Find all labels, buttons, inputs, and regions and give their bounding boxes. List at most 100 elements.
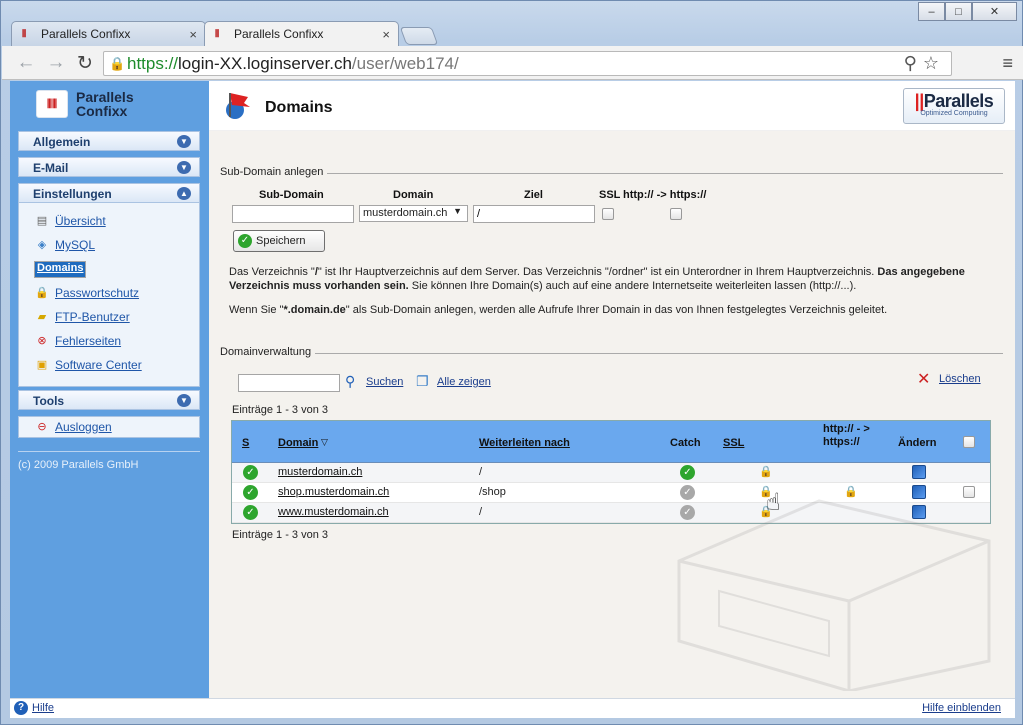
sidebar-item-fehlerseiten[interactable]: ⊗ Fehlerseiten <box>19 329 199 353</box>
forward-icon[interactable]: → <box>46 52 66 74</box>
copyright: (c) 2009 Parallels GmbH <box>18 459 139 471</box>
subdomain-input[interactable] <box>232 205 354 223</box>
domain-select[interactable]: musterdomain.ch ▼ <box>359 205 468 222</box>
show-all-link[interactable]: Alle zeigen <box>437 376 491 388</box>
chevron-down-icon: ▼ <box>177 161 191 174</box>
chevron-down-icon: ▼ <box>177 135 191 148</box>
sidebar-item-software-center[interactable]: ▣ Software Center <box>19 353 199 377</box>
col-label-domain: Domain <box>393 189 434 201</box>
browser-tab-1[interactable]: ⫴ Parallels Confixx × <box>11 21 206 46</box>
check-icon: ✓ <box>238 234 252 248</box>
search-icon[interactable]: ⚲ <box>345 373 355 390</box>
col-weiterleiten[interactable]: Weiterleiten nach <box>479 437 570 449</box>
logout-icon: ⊖ <box>37 421 47 433</box>
browser-toolbar: ← → ↻ 🔒 https:// login-XX.loginserver.ch… <box>2 46 1023 80</box>
bookmark-star-icon[interactable]: ⚲☆ <box>904 53 945 74</box>
redirect-target: /shop <box>479 486 506 498</box>
info-text: Das Verzeichnis " <box>229 266 315 278</box>
new-tab-button[interactable] <box>399 27 439 45</box>
address-bar[interactable]: 🔒 https:// login-XX.loginserver.ch /user… <box>103 51 952 76</box>
back-icon[interactable]: ← <box>16 52 36 74</box>
redirect-checkbox[interactable] <box>670 208 682 220</box>
status-ok-icon: ✓ <box>243 485 258 500</box>
sidebar-divider <box>18 451 200 452</box>
ssl-lock-icon[interactable]: 🔒 <box>759 465 773 478</box>
domain-link[interactable]: www.musterdomain.ch <box>278 506 389 518</box>
ssl-checkbox[interactable] <box>602 208 614 220</box>
sidebar-item-passwortschutz[interactable]: 🔒 Passwortschutz <box>19 281 199 305</box>
error-page-icon: ⊗ <box>37 335 47 347</box>
col-s[interactable]: S <box>242 437 249 449</box>
ziel-input[interactable] <box>473 205 595 223</box>
einstellungen-menu: ▤ Übersicht ◈ MySQL ⚑Domains 🔒 Passwortschu… <box>18 203 200 387</box>
section-label: E-Mail <box>33 161 69 175</box>
maximize-button[interactable]: □ <box>945 2 972 21</box>
help-item[interactable]: ? Hilfe <box>14 701 54 715</box>
col-domain[interactable]: Domain <box>278 437 318 449</box>
info-text: " ist Ihr Hauptverzeichnis auf dem Serve… <box>317 266 878 278</box>
sidebar-item-label[interactable]: Software Center <box>55 358 142 372</box>
domain-select-value: musterdomain.ch <box>363 207 448 219</box>
url-path: /user/web174/ <box>351 53 459 73</box>
info-text: *.domain.de <box>283 304 346 316</box>
page-title: Domains <box>265 99 333 116</box>
sidebar-item-label[interactable]: Fehlerseiten <box>55 334 121 348</box>
overview-icon: ▤ <box>36 215 48 227</box>
sidebar-item-domains[interactable]: ⚑Domains <box>19 257 199 281</box>
minimize-button[interactable]: – <box>918 2 945 21</box>
save-button[interactable]: ✓ Speichern <box>233 230 325 252</box>
sidebar-item-label[interactable]: Übersicht <box>55 214 106 228</box>
section-allgemein[interactable]: Allgemein ▼ <box>18 131 200 151</box>
show-all-icon[interactable]: ❐ <box>416 373 429 390</box>
search-input[interactable] <box>238 374 340 392</box>
browser-tab-2[interactable]: ⫴ Parallels Confixx × <box>204 21 399 46</box>
sidebar-item-label[interactable]: MySQL <box>55 238 95 252</box>
close-window-button[interactable]: ✕ <box>972 2 1017 21</box>
sidebar-item-mysql[interactable]: ◈ MySQL <box>19 233 199 257</box>
hand-cursor-icon: ☝ <box>766 489 781 516</box>
sidebar-item-ftp[interactable]: ▰ FTP-Benutzer <box>19 305 199 329</box>
logout-item[interactable]: ⊖ Ausloggen <box>19 417 199 437</box>
subdomain-fieldset: Sub-Domain anlegen <box>220 166 1003 178</box>
save-label: Speichern <box>256 235 306 247</box>
col-catch: Catch <box>670 437 701 449</box>
help-icon: ? <box>14 701 28 715</box>
tab-close-icon[interactable]: × <box>382 27 390 42</box>
domainverwaltung-fieldset: Domainverwaltung <box>220 346 1003 358</box>
url-host: login-XX.loginserver.ch <box>178 53 352 73</box>
domain-link[interactable]: musterdomain.ch <box>278 466 362 478</box>
parallels-logo-icon: ⫴⫴ <box>36 90 68 118</box>
chevron-down-icon: ▼ <box>453 206 462 216</box>
catch-on-icon[interactable]: ✓ <box>680 465 695 480</box>
window-controls: – □ ✕ <box>918 2 1017 21</box>
search-link[interactable]: Suchen <box>366 376 403 388</box>
secure-lock-icon: 🔒 <box>109 55 126 71</box>
status-ok-icon: ✓ <box>243 505 258 520</box>
menu-icon[interactable]: ≡ <box>1002 53 1013 74</box>
sidebar: ⫴⫴ Parallels Confixx Allgemein ▼ E-Mail ▼ E… <box>10 81 209 718</box>
sidebar-item-label[interactable]: Passwortschutz <box>55 286 139 300</box>
section-einstellungen[interactable]: Einstellungen ▲ <box>18 183 200 203</box>
logout-link[interactable]: Ausloggen <box>55 420 112 434</box>
section-tools[interactable]: Tools ▼ <box>18 390 200 410</box>
tab-close-icon[interactable]: × <box>189 27 197 42</box>
entry-count-top: Einträge 1 - 3 von 3 <box>232 404 329 416</box>
show-help-link[interactable]: Hilfe einblenden <box>922 702 1001 714</box>
reload-icon[interactable]: ↻ <box>75 52 95 75</box>
select-all-checkbox[interactable] <box>963 436 975 448</box>
ftp-icon: ▰ <box>37 311 47 323</box>
delete-link[interactable]: Löschen <box>939 373 981 385</box>
domain-link[interactable]: shop.musterdomain.ch <box>278 486 389 498</box>
sidebar-item-uebersicht[interactable]: ▤ Übersicht <box>19 209 199 233</box>
delete-icon[interactable]: ✕ <box>917 369 930 389</box>
edit-icon[interactable] <box>912 465 926 479</box>
help-link[interactable]: Hilfe <box>32 702 54 714</box>
sidebar-item-label[interactable]: Domains <box>34 260 87 278</box>
col-label-subdomain: Sub-Domain <box>259 189 324 201</box>
sort-down-icon[interactable]: ▽ <box>321 437 328 448</box>
section-label: Tools <box>33 394 65 408</box>
section-email[interactable]: E-Mail ▼ <box>18 157 200 177</box>
tab-title: Parallels Confixx <box>234 27 324 41</box>
col-ssl[interactable]: SSL <box>723 437 744 449</box>
sidebar-item-label[interactable]: FTP-Benutzer <box>55 310 130 324</box>
